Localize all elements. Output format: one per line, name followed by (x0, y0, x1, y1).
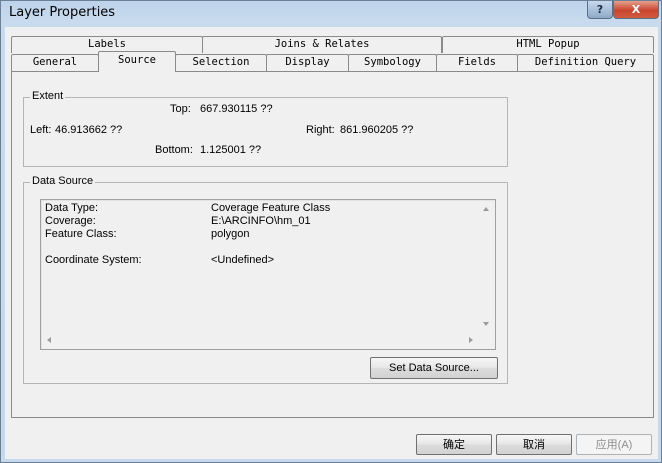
tab-display[interactable]: Display (266, 54, 349, 71)
data-type-key: Data Type: (45, 202, 98, 214)
extent-left-label: Left: (30, 124, 52, 136)
tab-html-popup-label: HTML Popup (516, 38, 580, 50)
data-type-value: Coverage Feature Class (211, 202, 331, 214)
extent-top-value: 667.930115 ?? (200, 103, 273, 115)
tab-fields[interactable]: Fields (436, 54, 518, 71)
cancel-button[interactable]: 取消 (496, 434, 572, 455)
tab-source[interactable]: Source (98, 51, 176, 72)
source-tab-page: Extent Top: 667.930115 ?? Left: 46.91366… (11, 71, 654, 418)
coordinate-system-key: Coordinate System: (45, 254, 142, 266)
tab-display-label: Display (285, 56, 330, 68)
tab-definition-query-label: Definition Query (534, 56, 637, 68)
scroll-down-arrow-icon[interactable] (483, 322, 489, 326)
coordinate-system-value: <Undefined> (211, 254, 274, 266)
feature-class-key: Feature Class: (45, 228, 117, 240)
vertical-scrollbar[interactable] (479, 200, 495, 333)
extent-bottom-label: Bottom: (155, 144, 193, 156)
data-source-group-label: Data Source (30, 175, 96, 187)
tab-joins-relates[interactable]: Joins & Relates (202, 36, 442, 53)
tab-html-popup[interactable]: HTML Popup (442, 36, 654, 53)
dialog-client: Labels Joins & Relates HTML Popup Genera… (5, 27, 658, 459)
help-icon: ? (596, 3, 604, 16)
tab-labels-label: Labels (88, 38, 126, 50)
coverage-key: Coverage: (45, 215, 96, 227)
tab-joins-relates-label: Joins & Relates (274, 38, 370, 50)
help-button[interactable]: ? (587, 1, 613, 19)
extent-right-value: 861.960205 ?? (340, 124, 414, 136)
tab-general-label: General (32, 56, 78, 68)
tab-symbology-label: Symbology (364, 56, 421, 68)
title-bar[interactable]: Layer Properties ? X (1, 1, 661, 26)
tab-selection-label: Selection (192, 56, 250, 68)
set-data-source-button[interactable]: Set Data Source... (370, 357, 498, 379)
extent-right-label: Right: (306, 124, 335, 136)
layer-properties-window: Layer Properties ? X Labels Joins & Rela… (0, 0, 662, 463)
tab-definition-query[interactable]: Definition Query (517, 54, 654, 71)
scroll-right-arrow-icon[interactable] (469, 337, 473, 343)
ok-button[interactable]: 确定 (416, 434, 492, 455)
window-title: Layer Properties (9, 5, 116, 20)
extent-left-value: 46.913662 ?? (55, 124, 123, 136)
apply-button[interactable]: 应用(A) (576, 434, 652, 455)
tab-fields-label: Fields (458, 56, 496, 68)
scroll-up-arrow-icon[interactable] (483, 207, 489, 211)
close-button[interactable]: X (613, 1, 659, 19)
tab-general[interactable]: General (11, 54, 99, 71)
scroll-left-arrow-icon[interactable] (47, 337, 51, 343)
tab-symbology[interactable]: Symbology (348, 54, 437, 71)
data-source-group: Data Source Data Type: Coverage Feature … (23, 175, 508, 384)
tab-selection[interactable]: Selection (175, 54, 267, 71)
extent-bottom-value: 1.125001 ?? (200, 144, 262, 156)
extent-group-label: Extent (30, 90, 66, 102)
tab-source-label: Source (118, 54, 156, 66)
extent-top-label: Top: (170, 103, 191, 115)
data-source-listbox[interactable]: Data Type: Coverage Feature Class Covera… (40, 199, 496, 350)
horizontal-scrollbar[interactable] (41, 333, 479, 349)
feature-class-value: polygon (211, 228, 250, 240)
extent-group: Extent Top: 667.930115 ?? Left: 46.91366… (23, 90, 508, 167)
close-icon: X (631, 3, 641, 16)
coverage-value: E:\ARCINFO\hm_01 (211, 215, 311, 227)
